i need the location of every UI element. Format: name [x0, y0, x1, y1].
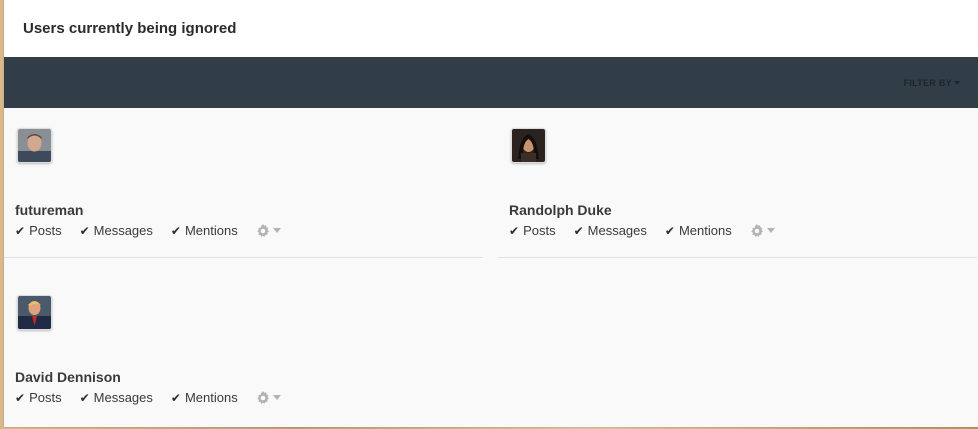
settings-dropdown[interactable] [750, 223, 775, 238]
toggle-mentions[interactable]: ✔ Mentions [171, 390, 238, 405]
gear-icon [256, 390, 269, 404]
check-icon: ✔ [79, 223, 90, 238]
option-label: Posts [29, 223, 62, 238]
option-label: Mentions [184, 390, 238, 405]
avatar[interactable] [17, 295, 52, 330]
ignored-users-panel: Users currently being ignored FILTER BY … [4, 0, 978, 427]
chevron-down-icon [954, 81, 960, 85]
settings-dropdown[interactable] [256, 223, 281, 238]
option-label: Messages [93, 223, 153, 238]
chevron-down-icon [766, 228, 775, 233]
user-card-david-dennison: David Dennison ✔ Posts ✔ Messages ✔ Ment… [4, 275, 483, 425]
toggle-messages[interactable]: ✔ Messages [80, 390, 153, 405]
toggle-posts[interactable]: ✔ Posts [15, 223, 62, 238]
ignore-options: ✔ Posts ✔ Messages ✔ Mentions [509, 223, 775, 238]
option-label: Messages [587, 223, 647, 238]
check-icon: ✔ [573, 223, 584, 238]
toggle-mentions[interactable]: ✔ Mentions [171, 223, 238, 238]
check-icon: ✔ [509, 223, 520, 238]
username[interactable]: Randolph Duke [509, 202, 612, 218]
toggle-messages[interactable]: ✔ Messages [80, 223, 153, 238]
user-card-futureman: futureman ✔ Posts ✔ Messages ✔ Mentions [4, 108, 483, 258]
filter-by-label: FILTER BY [903, 78, 952, 88]
toggle-posts[interactable]: ✔ Posts [15, 390, 62, 405]
panel-header: Users currently being ignored [4, 0, 978, 57]
username[interactable]: futureman [15, 202, 83, 218]
check-icon: ✔ [664, 223, 675, 238]
ignore-options: ✔ Posts ✔ Messages ✔ Mentions [15, 223, 281, 238]
chevron-down-icon [272, 228, 281, 233]
option-label: Mentions [184, 223, 238, 238]
toggle-messages[interactable]: ✔ Messages [574, 223, 647, 238]
option-label: Posts [523, 223, 556, 238]
toggle-posts[interactable]: ✔ Posts [509, 223, 556, 238]
option-label: Posts [29, 390, 62, 405]
option-label: Mentions [678, 223, 732, 238]
filter-bar: FILTER BY [4, 57, 978, 108]
gear-icon [256, 223, 269, 237]
filter-by-button[interactable]: FILTER BY [903, 78, 960, 88]
panel-title: Users currently being ignored [23, 20, 237, 37]
username[interactable]: David Dennison [15, 369, 121, 385]
check-icon: ✔ [170, 223, 181, 238]
check-icon: ✔ [170, 390, 181, 405]
check-icon: ✔ [15, 223, 26, 238]
toggle-mentions[interactable]: ✔ Mentions [665, 223, 732, 238]
settings-dropdown[interactable] [256, 390, 281, 405]
ignored-users-list: futureman ✔ Posts ✔ Messages ✔ Mentions [4, 108, 978, 427]
check-icon: ✔ [79, 390, 90, 405]
check-icon: ✔ [15, 390, 26, 405]
gear-icon [750, 223, 763, 237]
chevron-down-icon [272, 395, 281, 400]
avatar[interactable] [511, 128, 546, 163]
option-label: Messages [93, 390, 153, 405]
avatar[interactable] [17, 128, 52, 163]
user-card-randolph-duke: Randolph Duke ✔ Posts ✔ Messages ✔ Menti… [498, 108, 977, 258]
ignore-options: ✔ Posts ✔ Messages ✔ Mentions [15, 390, 281, 405]
